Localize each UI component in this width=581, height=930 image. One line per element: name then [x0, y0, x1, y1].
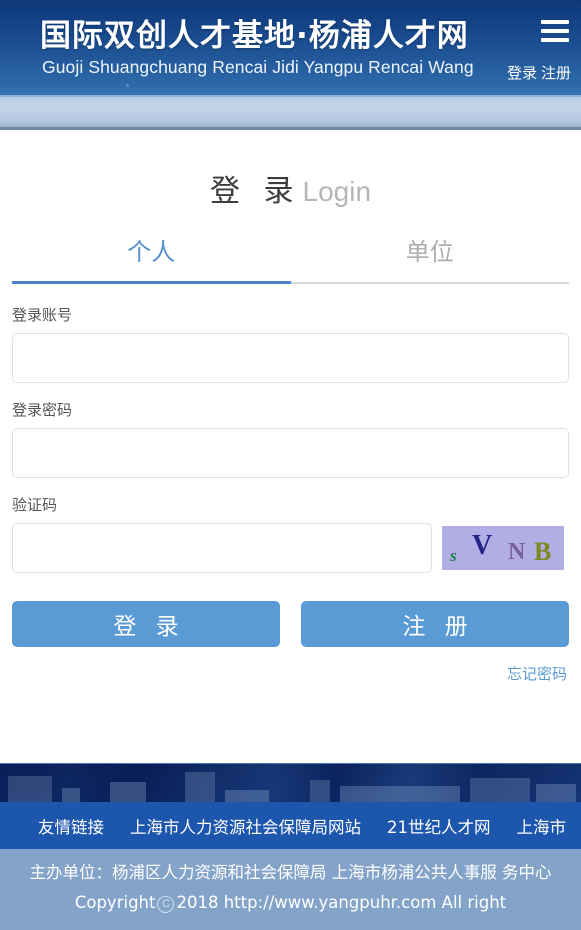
hamburger-menu-icon[interactable]	[538, 18, 572, 46]
friendly-links-label: 友情链接	[38, 817, 104, 837]
login-button[interactable]: 登 录	[12, 601, 280, 647]
hamburger-line-3	[541, 38, 569, 42]
captcha-char-3: N	[508, 539, 526, 565]
friendly-link-1[interactable]: 上海市人力资源社会保障局网站	[130, 814, 361, 838]
header-register-link[interactable]: 注册	[541, 64, 571, 82]
login-type-tabs: 个人 单位	[12, 232, 569, 284]
brand-dot-decoration	[126, 84, 129, 87]
cityscape-block	[225, 790, 269, 802]
copyright-text: 主办单位：杨浦区人力资源和社会保障局 上海市杨浦公共人事服 务中心 Copyri…	[0, 849, 581, 930]
page-title: 登 录Login	[12, 130, 569, 216]
secondary-nav-strip	[0, 97, 581, 130]
friendly-links-bar: 友情链接 上海市人力资源社会保障局网站 21世纪人才网 上海市	[0, 802, 581, 849]
header-login-link[interactable]: 登录	[507, 64, 537, 82]
cityscape-block	[62, 788, 80, 802]
cityscape-block	[340, 786, 460, 802]
account-field-group: 登录账号	[12, 304, 569, 383]
site-title-pinyin: Guoji Shuangchuang Rencai Jidi Yangpu Re…	[42, 57, 474, 77]
cityscape-block	[185, 772, 215, 802]
captcha-label: 验证码	[12, 496, 58, 514]
friendly-link-2[interactable]: 21世纪人才网	[387, 814, 491, 838]
captcha-char-4: B	[534, 537, 552, 566]
header-inner: 国际双创人才基地·杨浦人才网 Guoji Shuangchuang Rencai…	[0, 0, 581, 95]
page-title-cn: 登 录	[209, 174, 301, 209]
captcha-input[interactable]	[12, 523, 432, 573]
copyright-line-2-post: 2018 http://www.yangpuhr.com All right	[176, 893, 507, 912]
register-button[interactable]: 注 册	[301, 601, 569, 647]
captcha-image[interactable]: s V N B	[442, 526, 564, 570]
cityscape-block	[8, 776, 52, 802]
cityscape-block	[310, 780, 330, 802]
captcha-row: s V N B	[12, 523, 569, 573]
footer-cityscape-banner	[0, 763, 581, 802]
cityscape-block	[110, 782, 146, 802]
copyright-symbol-icon: C	[157, 896, 175, 913]
page-title-en: Login	[302, 176, 372, 207]
site-header: 国际双创人才基地·杨浦人才网 Guoji Shuangchuang Rencai…	[0, 0, 581, 97]
login-page: 国际双创人才基地·杨浦人才网 Guoji Shuangchuang Rencai…	[0, 0, 581, 930]
account-input[interactable]	[12, 333, 569, 383]
password-input[interactable]	[12, 428, 569, 478]
copyright-line-1: 主办单位：杨浦区人力资源和社会保障局 上海市杨浦公共人事服	[29, 863, 497, 882]
account-label: 登录账号	[12, 306, 73, 324]
forgot-password-row: 忘记密码	[12, 663, 569, 684]
friendly-link-3[interactable]: 上海市	[517, 814, 567, 838]
tab-personal[interactable]: 个人	[12, 232, 291, 284]
hamburger-line-1	[541, 20, 569, 24]
site-title-cn: 国际双创人才基地·杨浦人才网	[40, 18, 469, 54]
cityscape-block	[536, 784, 576, 802]
action-button-row: 登 录 注 册	[12, 601, 569, 647]
password-field-group: 登录密码	[12, 399, 569, 478]
tab-company[interactable]: 单位	[290, 232, 569, 284]
main-content: 登 录Login 个人 单位 登录账号 登录密码 验证码 s V N B 登 录…	[0, 130, 581, 684]
site-footer: 友情链接 上海市人力资源社会保障局网站 21世纪人才网 上海市 主办单位：杨浦区…	[0, 763, 581, 930]
forgot-password-link[interactable]: 忘记密码	[507, 665, 567, 683]
captcha-char-2: V	[472, 530, 493, 561]
captcha-field-group: 验证码 s V N B	[12, 494, 569, 573]
login-form: 登录账号 登录密码 验证码 s V N B 登 录 注 册 忘记密码	[12, 284, 569, 684]
captcha-char-1: s	[450, 546, 457, 565]
hamburger-line-2	[541, 29, 569, 33]
cityscape-block	[470, 778, 530, 802]
password-label: 登录密码	[12, 401, 73, 419]
header-auth-links: 登录 注册	[507, 62, 571, 83]
